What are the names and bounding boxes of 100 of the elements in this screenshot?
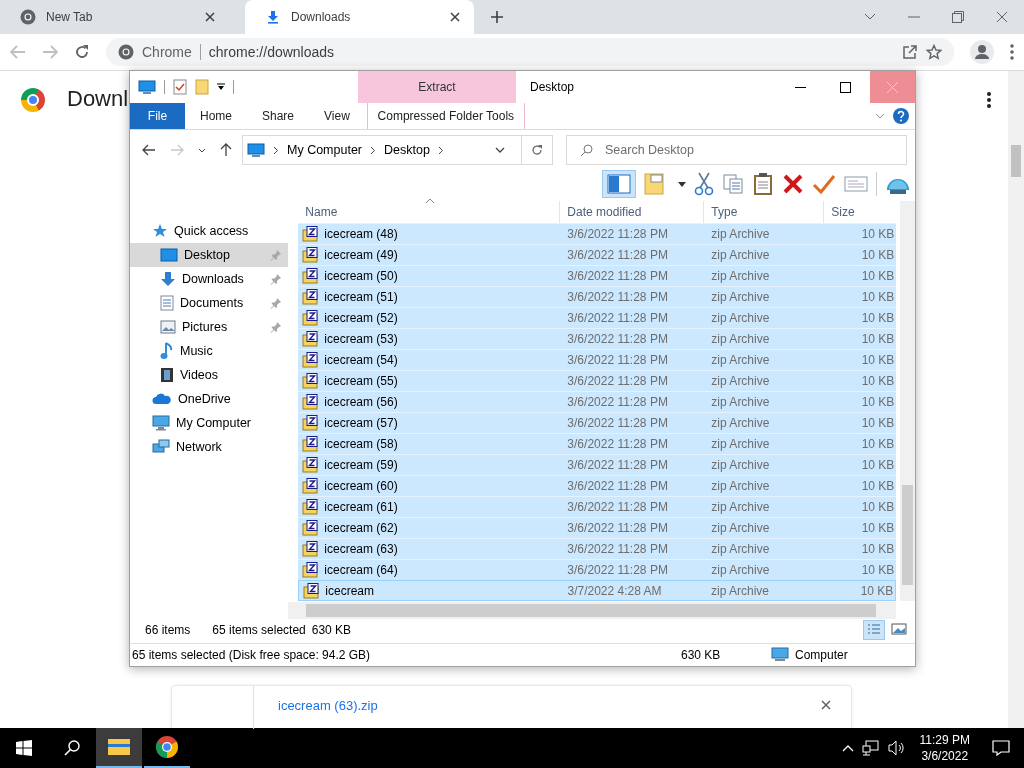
nav-item[interactable]: Network [130, 435, 289, 459]
date-cell-text: 3/6/2022 11:28 PM [566, 374, 669, 388]
scrollbar[interactable] [1008, 71, 1024, 728]
nav-item[interactable]: Music [130, 339, 289, 363]
file-row[interactable]: icecream (55) 3/6/2022 11:28 PM zip Archive 10 KB [298, 370, 897, 391]
chevron-right-icon[interactable] [273, 145, 279, 155]
file-row[interactable]: icecream (51) 3/6/2022 11:28 PM zip Archive 10 KB [298, 286, 897, 307]
star-icon[interactable] [926, 44, 942, 60]
ribbon-tab[interactable]: Home [185, 103, 247, 129]
scrollbar[interactable] [900, 201, 915, 601]
nav-item[interactable]: Pictures [130, 315, 289, 339]
sort-caret-icon[interactable] [425, 198, 436, 204]
nav-item[interactable]: Quick access [130, 219, 289, 243]
checkmark-icon[interactable] [812, 173, 836, 195]
taskbar-app[interactable] [96, 728, 142, 768]
download-link[interactable]: icecream (63).zip [278, 698, 378, 714]
clipboard-icon[interactable] [752, 172, 774, 196]
file-row[interactable]: icecream (52) 3/6/2022 11:28 PM zip Archive 10 KB [298, 307, 897, 328]
file-row[interactable]: icecream (64) 3/6/2022 11:28 PM zip Archive 10 KB [298, 559, 897, 580]
size-cell-text: 10 KB [860, 563, 896, 577]
minimize-icon[interactable] [795, 86, 806, 88]
close-icon[interactable] [821, 700, 831, 710]
breadcrumb[interactable]: Desktop [384, 143, 430, 157]
nav-item[interactable]: Desktop [130, 243, 289, 267]
close-icon[interactable] [450, 12, 460, 22]
file-row[interactable]: icecream (48) 3/6/2022 11:28 PM zip Archive 10 KB [298, 223, 897, 244]
computer-icon [138, 79, 156, 95]
date-cell-text: 3/6/2022 11:28 PM [566, 269, 669, 283]
windows-logo-icon[interactable] [16, 740, 32, 756]
file-row[interactable]: icecream 3/7/2022 4:28 AM zip Archive 10 KB [298, 580, 897, 601]
file-name: icecream (62) [324, 521, 398, 535]
file-row[interactable]: icecream (63) 3/6/2022 11:28 PM zip Archive 10 KB [298, 538, 897, 559]
help-icon[interactable] [893, 108, 909, 124]
network-icon[interactable] [861, 740, 880, 756]
size-cell-text: 10 KB [860, 479, 896, 493]
back-icon[interactable] [142, 144, 156, 156]
type-cell-text: zip Archive [710, 290, 771, 304]
address-bar[interactable]: Chrome chrome://downloads [106, 38, 954, 66]
restore-icon[interactable] [952, 11, 964, 23]
search-field[interactable]: Search Desktop [566, 135, 907, 165]
file-name: icecream (63) [324, 542, 398, 556]
file-row[interactable]: icecream (50) 3/6/2022 11:28 PM zip Archive 10 KB [298, 265, 897, 286]
breadcrumb[interactable]: My Computer [287, 143, 363, 157]
dropdown-icon[interactable] [217, 83, 225, 91]
dropdown-icon[interactable] [198, 147, 206, 153]
close-icon[interactable] [205, 12, 215, 22]
up-arrow-icon[interactable] [220, 143, 232, 157]
scissors-icon[interactable] [694, 172, 714, 196]
file-row[interactable]: icecream (59) 3/6/2022 11:28 PM zip Archive 10 KB [298, 454, 897, 475]
new-tab-icon[interactable] [490, 10, 504, 24]
reload-icon[interactable] [74, 44, 90, 60]
close-icon[interactable] [996, 11, 1008, 23]
chevron-right-icon[interactable] [370, 145, 377, 155]
notification-icon[interactable] [992, 740, 1010, 756]
file-row[interactable]: icecream (56) 3/6/2022 11:28 PM zip Archive 10 KB [298, 391, 897, 412]
profile-icon[interactable] [970, 40, 994, 64]
delete-icon[interactable] [782, 173, 804, 195]
file-row[interactable]: icecream (60) 3/6/2022 11:28 PM zip Archive 10 KB [298, 475, 897, 496]
search-icon[interactable] [64, 740, 80, 756]
zip-file-icon [302, 352, 320, 368]
nav-item[interactable]: OneDrive [130, 387, 289, 411]
volume-icon[interactable] [887, 740, 906, 756]
column-header[interactable]: Size [824, 201, 897, 223]
file-row[interactable]: icecream (53) 3/6/2022 11:28 PM zip Archive 10 KB [298, 328, 897, 349]
chevron-up-icon[interactable] [841, 744, 854, 752]
maximize-icon[interactable] [840, 81, 851, 93]
ribbon-tab[interactable]: File [130, 103, 185, 129]
scrollbar[interactable] [288, 602, 897, 619]
menu-icon[interactable] [986, 91, 992, 109]
file-row[interactable]: icecream (62) 3/6/2022 11:28 PM zip Archive 10 KB [298, 517, 897, 538]
file-row[interactable]: icecream (58) 3/6/2022 11:28 PM zip Archive 10 KB [298, 433, 897, 454]
search-icon [580, 144, 593, 157]
address-field[interactable]: My Computer Desktop [242, 135, 553, 165]
nav-item[interactable]: My Computer [130, 411, 289, 435]
preview-pane-button[interactable] [602, 170, 636, 198]
dropdown-icon[interactable] [678, 181, 686, 187]
ribbon-tab[interactable]: Share [247, 103, 310, 129]
zip-file-icon [302, 310, 320, 326]
browser-tab[interactable]: Downloads [245, 0, 474, 34]
file-row[interactable]: icecream (54) 3/6/2022 11:28 PM zip Archive 10 KB [298, 349, 897, 370]
file-row[interactable]: icecream (49) 3/6/2022 11:28 PM zip Archive 10 KB [298, 244, 897, 265]
nav-item[interactable]: Videos [130, 363, 289, 387]
nav-item[interactable]: Documents [130, 291, 289, 315]
properties-icon[interactable] [173, 79, 187, 95]
nav-item[interactable]: Downloads [130, 267, 289, 291]
context-tab-header: Extract [358, 71, 516, 103]
clock[interactable]: 11:29 PM 3/6/2022 [919, 732, 970, 764]
file-row[interactable]: icecream (61) 3/6/2022 11:28 PM zip Archive 10 KB [298, 496, 897, 517]
chevron-icon[interactable] [875, 113, 885, 119]
ribbon-tab[interactable]: View [309, 103, 365, 129]
browser-tab[interactable]: New Tab [0, 0, 229, 34]
menu-icon[interactable] [1010, 44, 1014, 60]
dropdown-icon[interactable] [495, 147, 505, 153]
thumbnail-view-icon[interactable] [889, 620, 909, 638]
chevron-right-icon[interactable] [437, 145, 444, 155]
refresh-icon[interactable] [531, 144, 543, 156]
share-icon[interactable] [902, 44, 918, 60]
ribbon-tab[interactable]: Compressed Folder Tools [366, 103, 525, 129]
file-row[interactable]: icecream (57) 3/6/2022 11:28 PM zip Archive 10 KB [298, 412, 897, 433]
chevron-icon[interactable] [864, 13, 876, 21]
